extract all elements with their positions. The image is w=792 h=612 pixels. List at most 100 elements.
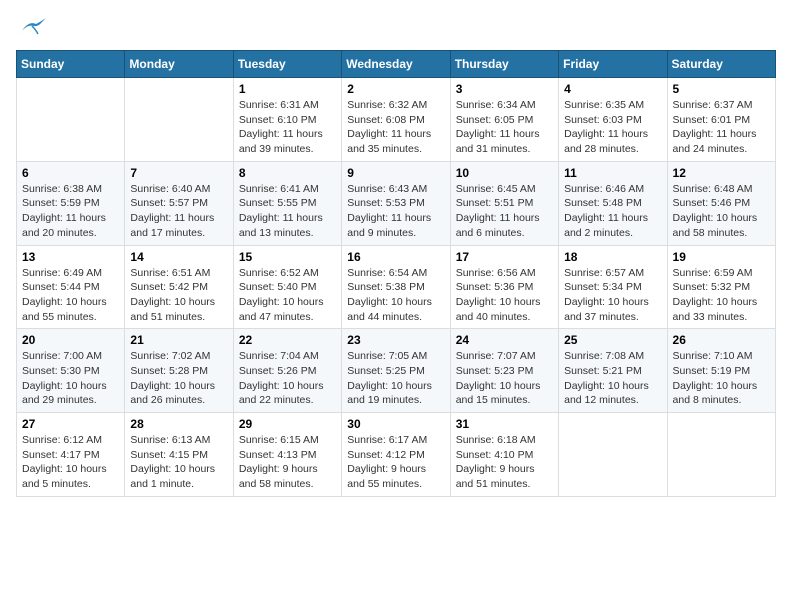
calendar-cell: 27 Sunrise: 6:12 AM Sunset: 4:17 PM Dayli…: [17, 413, 125, 497]
day-number: 18: [564, 250, 661, 264]
calendar-week-row: 1 Sunrise: 6:31 AM Sunset: 6:10 PM Daylig…: [17, 78, 776, 162]
calendar-header-row: SundayMondayTuesdayWednesdayThursdayFrid…: [17, 51, 776, 78]
day-number: 12: [673, 166, 770, 180]
weekday-header-thursday: Thursday: [450, 51, 558, 78]
day-info: Sunrise: 6:56 AM Sunset: 5:36 PM Dayligh…: [456, 266, 553, 325]
weekday-header-sunday: Sunday: [17, 51, 125, 78]
calendar-cell: 10Sunrise: 6:45 AM Sunset: 5:51 PM Dayli…: [450, 161, 558, 245]
day-number: 4: [564, 82, 661, 96]
day-number: 30: [347, 417, 444, 431]
calendar-cell: 31 Sunrise: 6:18 AM Sunset: 4:10 PM Dayli…: [450, 413, 558, 497]
calendar-cell: 15Sunrise: 6:52 AM Sunset: 5:40 PM Dayli…: [233, 245, 341, 329]
calendar-cell: 6 Sunrise: 6:38 AM Sunset: 5:59 PM Daylig…: [17, 161, 125, 245]
calendar-cell: 13 Sunrise: 6:49 AM Sunset: 5:44 PM Dayli…: [17, 245, 125, 329]
weekday-header-wednesday: Wednesday: [342, 51, 450, 78]
day-info: Sunrise: 7:08 AM Sunset: 5:21 PM Dayligh…: [564, 349, 661, 408]
day-info: Sunrise: 6:40 AM Sunset: 5:57 PM Dayligh…: [130, 182, 227, 241]
day-number: 10: [456, 166, 553, 180]
day-number: 1: [239, 82, 336, 96]
day-number: 2: [347, 82, 444, 96]
calendar-cell: 14 Sunrise: 6:51 AM Sunset: 5:42 PM Dayli…: [125, 245, 233, 329]
calendar-cell: 22 Sunrise: 7:04 AM Sunset: 5:26 PM Dayli…: [233, 329, 341, 413]
day-number: 22: [239, 333, 336, 347]
day-number: 14: [130, 250, 227, 264]
day-info: Sunrise: 6:48 AM Sunset: 5:46 PM Dayligh…: [673, 182, 770, 241]
day-number: 26: [673, 333, 770, 347]
weekday-header-saturday: Saturday: [667, 51, 775, 78]
day-number: 25: [564, 333, 661, 347]
day-info: Sunrise: 6:13 AM Sunset: 4:15 PM Dayligh…: [130, 433, 227, 492]
day-info: Sunrise: 6:34 AM Sunset: 6:05 PM Dayligh…: [456, 98, 553, 157]
calendar-cell: 12 Sunrise: 6:48 AM Sunset: 5:46 PM Dayli…: [667, 161, 775, 245]
day-info: Sunrise: 6:15 AM Sunset: 4:13 PM Dayligh…: [239, 433, 336, 492]
day-number: 5: [673, 82, 770, 96]
calendar-week-row: 13 Sunrise: 6:49 AM Sunset: 5:44 PM Dayli…: [17, 245, 776, 329]
day-info: Sunrise: 6:54 AM Sunset: 5:38 PM Dayligh…: [347, 266, 444, 325]
weekday-header-friday: Friday: [559, 51, 667, 78]
calendar-cell: 2 Sunrise: 6:32 AM Sunset: 6:08 PM Daylig…: [342, 78, 450, 162]
day-info: Sunrise: 6:38 AM Sunset: 5:59 PM Dayligh…: [22, 182, 119, 241]
calendar-cell: 1 Sunrise: 6:31 AM Sunset: 6:10 PM Daylig…: [233, 78, 341, 162]
calendar-cell: 25 Sunrise: 7:08 AM Sunset: 5:21 PM Dayli…: [559, 329, 667, 413]
calendar-cell: 29Sunrise: 6:15 AM Sunset: 4:13 PM Dayli…: [233, 413, 341, 497]
day-info: Sunrise: 6:37 AM Sunset: 6:01 PM Dayligh…: [673, 98, 770, 157]
weekday-header-tuesday: Tuesday: [233, 51, 341, 78]
calendar-cell: 19 Sunrise: 6:59 AM Sunset: 5:32 PM Dayli…: [667, 245, 775, 329]
calendar-cell: 20 Sunrise: 7:00 AM Sunset: 5:30 PM Dayli…: [17, 329, 125, 413]
day-info: Sunrise: 7:05 AM Sunset: 5:25 PM Dayligh…: [347, 349, 444, 408]
page-header: [16, 16, 776, 38]
calendar-cell: 3 Sunrise: 6:34 AM Sunset: 6:05 PM Daylig…: [450, 78, 558, 162]
calendar-cell: 21Sunrise: 7:02 AM Sunset: 5:28 PM Dayli…: [125, 329, 233, 413]
day-info: Sunrise: 6:32 AM Sunset: 6:08 PM Dayligh…: [347, 98, 444, 157]
day-number: 3: [456, 82, 553, 96]
calendar-cell: 11Sunrise: 6:46 AM Sunset: 5:48 PM Dayli…: [559, 161, 667, 245]
day-info: Sunrise: 6:41 AM Sunset: 5:55 PM Dayligh…: [239, 182, 336, 241]
day-info: Sunrise: 7:10 AM Sunset: 5:19 PM Dayligh…: [673, 349, 770, 408]
calendar-cell: 26 Sunrise: 7:10 AM Sunset: 5:19 PM Dayli…: [667, 329, 775, 413]
day-number: 11: [564, 166, 661, 180]
logo-bird-icon: [18, 16, 46, 38]
calendar-cell: 17 Sunrise: 6:56 AM Sunset: 5:36 PM Dayli…: [450, 245, 558, 329]
day-number: 27: [22, 417, 119, 431]
logo: [16, 16, 46, 38]
calendar-cell: 23Sunrise: 7:05 AM Sunset: 5:25 PM Dayli…: [342, 329, 450, 413]
day-number: 8: [239, 166, 336, 180]
calendar-week-row: 6 Sunrise: 6:38 AM Sunset: 5:59 PM Daylig…: [17, 161, 776, 245]
day-info: Sunrise: 6:57 AM Sunset: 5:34 PM Dayligh…: [564, 266, 661, 325]
day-number: 31: [456, 417, 553, 431]
day-info: Sunrise: 7:00 AM Sunset: 5:30 PM Dayligh…: [22, 349, 119, 408]
day-info: Sunrise: 6:18 AM Sunset: 4:10 PM Dayligh…: [456, 433, 553, 492]
day-info: Sunrise: 7:07 AM Sunset: 5:23 PM Dayligh…: [456, 349, 553, 408]
day-info: Sunrise: 6:43 AM Sunset: 5:53 PM Dayligh…: [347, 182, 444, 241]
day-number: 7: [130, 166, 227, 180]
calendar-cell: 5 Sunrise: 6:37 AM Sunset: 6:01 PM Daylig…: [667, 78, 775, 162]
calendar-cell: [17, 78, 125, 162]
day-number: 24: [456, 333, 553, 347]
day-info: Sunrise: 6:59 AM Sunset: 5:32 PM Dayligh…: [673, 266, 770, 325]
day-number: 9: [347, 166, 444, 180]
calendar-cell: 18 Sunrise: 6:57 AM Sunset: 5:34 PM Dayli…: [559, 245, 667, 329]
day-info: Sunrise: 6:17 AM Sunset: 4:12 PM Dayligh…: [347, 433, 444, 492]
day-info: Sunrise: 7:04 AM Sunset: 5:26 PM Dayligh…: [239, 349, 336, 408]
day-info: Sunrise: 7:02 AM Sunset: 5:28 PM Dayligh…: [130, 349, 227, 408]
calendar-table: SundayMondayTuesdayWednesdayThursdayFrid…: [16, 50, 776, 497]
calendar-week-row: 20 Sunrise: 7:00 AM Sunset: 5:30 PM Dayli…: [17, 329, 776, 413]
day-info: Sunrise: 6:31 AM Sunset: 6:10 PM Dayligh…: [239, 98, 336, 157]
calendar-cell: 16Sunrise: 6:54 AM Sunset: 5:38 PM Dayli…: [342, 245, 450, 329]
calendar-cell: [667, 413, 775, 497]
calendar-cell: [559, 413, 667, 497]
day-number: 13: [22, 250, 119, 264]
calendar-cell: [125, 78, 233, 162]
day-info: Sunrise: 6:51 AM Sunset: 5:42 PM Dayligh…: [130, 266, 227, 325]
day-info: Sunrise: 6:12 AM Sunset: 4:17 PM Dayligh…: [22, 433, 119, 492]
calendar-cell: 30 Sunrise: 6:17 AM Sunset: 4:12 PM Dayli…: [342, 413, 450, 497]
calendar-cell: 28Sunrise: 6:13 AM Sunset: 4:15 PM Dayli…: [125, 413, 233, 497]
calendar-cell: 4Sunrise: 6:35 AM Sunset: 6:03 PM Daylig…: [559, 78, 667, 162]
day-number: 19: [673, 250, 770, 264]
day-info: Sunrise: 6:49 AM Sunset: 5:44 PM Dayligh…: [22, 266, 119, 325]
calendar-cell: 8 Sunrise: 6:41 AM Sunset: 5:55 PM Daylig…: [233, 161, 341, 245]
day-number: 17: [456, 250, 553, 264]
day-number: 20: [22, 333, 119, 347]
day-number: 6: [22, 166, 119, 180]
calendar-cell: 7 Sunrise: 6:40 AM Sunset: 5:57 PM Daylig…: [125, 161, 233, 245]
